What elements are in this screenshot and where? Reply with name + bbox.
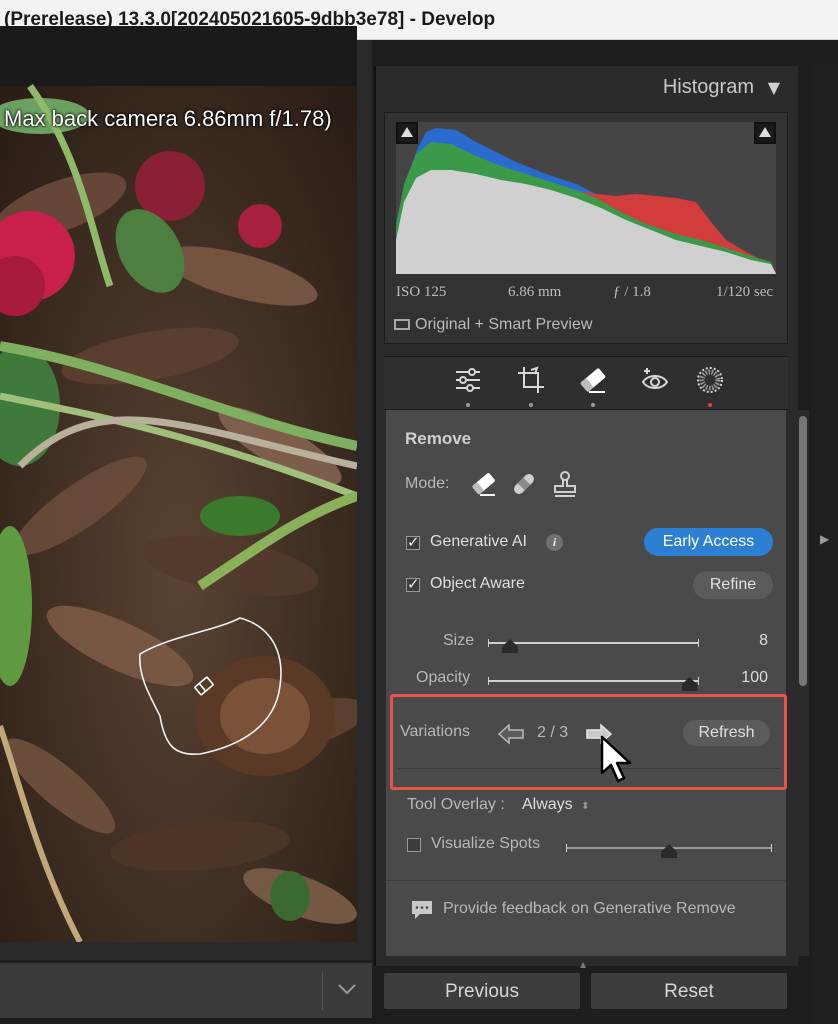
- object-aware-label: Object Aware: [430, 575, 525, 592]
- exif-focal-length: 6.86 mm: [508, 284, 562, 300]
- toolbar-menu-chevron-icon[interactable]: [334, 980, 360, 1002]
- generative-ai-info-icon[interactable]: i: [546, 534, 563, 551]
- masking-icon[interactable]: [694, 364, 726, 396]
- crop-icon[interactable]: [515, 364, 547, 396]
- generative-ai-checkbox[interactable]: [406, 533, 420, 551]
- feedback-speech-bubble-icon[interactable]: [410, 899, 434, 921]
- object-aware-checkbox[interactable]: [406, 575, 420, 593]
- bottom-toolbar: [0, 962, 372, 1018]
- previous-button[interactable]: Previous: [383, 972, 581, 1010]
- opacity-value[interactable]: 100: [718, 669, 768, 687]
- mode-label: Mode:: [405, 475, 450, 492]
- visualize-spots-label: Visualize Spots: [431, 835, 541, 852]
- opacity-slider-track[interactable]: [488, 677, 699, 685]
- mode-heal-bandage-icon[interactable]: [510, 470, 538, 498]
- exif-aperture: ƒ / 1.8: [613, 284, 651, 300]
- feedback-link[interactable]: Provide feedback on Generative Remove: [443, 900, 736, 918]
- tool-indicator-dot-active: [708, 403, 712, 407]
- size-slider-track[interactable]: [488, 639, 699, 647]
- red-eye-icon[interactable]: [639, 364, 671, 396]
- panel-scrollbar-thumb[interactable]: [799, 416, 807, 686]
- dropdown-updown-icon: ⬍: [581, 801, 590, 812]
- preview-status[interactable]: Original + Smart Preview: [394, 316, 592, 334]
- tool-indicator-dot: [466, 403, 470, 407]
- photo-image: [0, 26, 357, 942]
- exif-shutter: 1/120 sec: [716, 284, 774, 300]
- exif-iso: ISO 125: [396, 284, 447, 300]
- tool-overlay-value: Always: [522, 796, 573, 813]
- histogram-title: Histogram: [662, 76, 754, 98]
- size-label: Size: [443, 632, 475, 649]
- opacity-label: Opacity: [416, 669, 471, 686]
- refine-button[interactable]: Refine: [693, 571, 773, 599]
- visualize-spots-checkbox[interactable]: [407, 838, 421, 852]
- toolbar-divider: [322, 972, 323, 1010]
- panel-resize-notch-icon: ▲: [580, 960, 587, 969]
- reset-button[interactable]: Reset: [590, 972, 788, 1010]
- generative-ai-label: Generative AI: [430, 533, 527, 550]
- mode-remove-eraser-icon[interactable]: [470, 470, 498, 498]
- photo-canvas[interactable]: [0, 26, 357, 942]
- highlight-clipping-icon[interactable]: [754, 122, 776, 144]
- preview-icon: [394, 319, 410, 330]
- histogram-graph[interactable]: [396, 122, 776, 274]
- early-access-badge[interactable]: Early Access: [644, 528, 773, 556]
- tool-overlay-select[interactable]: Always ⬍: [522, 796, 590, 814]
- edit-sliders-icon[interactable]: [452, 364, 484, 396]
- mouse-pointer-icon: [600, 735, 640, 789]
- photo-info-overlay: Max back camera 6.86mm f/1.78): [4, 106, 332, 131]
- remove-section-title: Remove: [405, 429, 472, 448]
- histogram-header[interactable]: Histogram ▼: [374, 66, 798, 110]
- tool-indicator-dot: [591, 403, 595, 407]
- tool-indicator-dot: [529, 403, 533, 407]
- shadow-clipping-icon[interactable]: [396, 122, 418, 144]
- feedback-divider: [386, 880, 786, 881]
- panel-expand-arrow-icon[interactable]: ▶: [820, 532, 829, 546]
- preview-status-text: Original + Smart Preview: [415, 316, 593, 333]
- variations-highlight-box: [390, 694, 787, 790]
- size-value[interactable]: 8: [718, 632, 768, 650]
- tool-overlay-label: Tool Overlay :: [407, 796, 505, 813]
- remove-eraser-icon[interactable]: [577, 364, 609, 396]
- mode-clone-stamp-icon[interactable]: [551, 470, 579, 498]
- histogram-collapse-icon[interactable]: ▼: [768, 78, 780, 97]
